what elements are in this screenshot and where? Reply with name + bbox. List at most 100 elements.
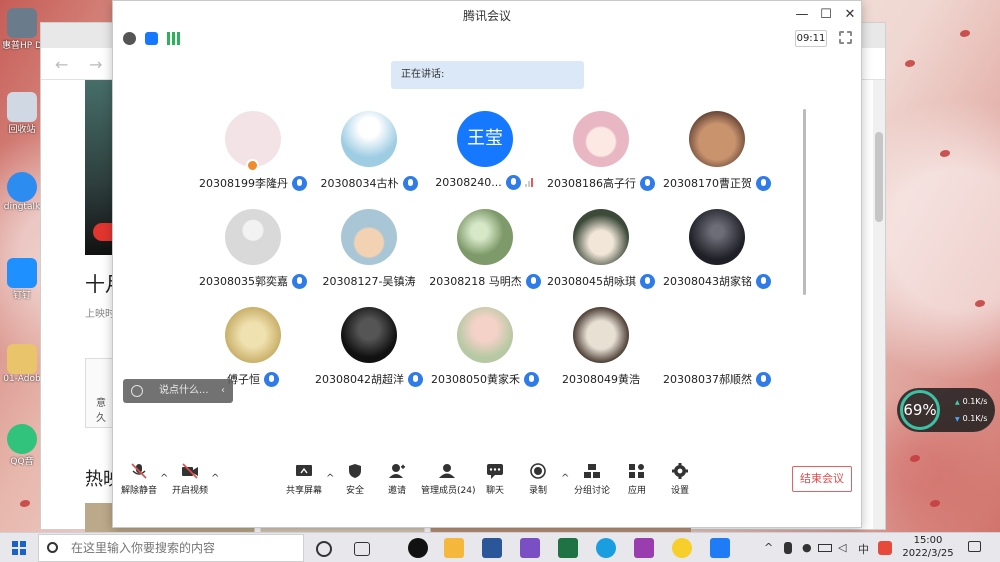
start-video-button[interactable]: 开启视频 xyxy=(166,463,214,496)
minimize-button[interactable]: — xyxy=(791,5,813,25)
tencent-meeting-icon[interactable] xyxy=(710,538,730,558)
maximize-button[interactable]: ☐ xyxy=(815,5,837,25)
taskbar-clock[interactable]: 15:00 2022/3/25 xyxy=(898,534,958,560)
mic-icon[interactable] xyxy=(756,371,771,387)
mic-icon[interactable] xyxy=(292,175,307,191)
member-tile[interactable]: 20308049黄浩 xyxy=(541,307,661,397)
close-button[interactable]: ✕ xyxy=(839,5,861,25)
scrollbar-thumb[interactable] xyxy=(875,132,883,222)
member-name: 20308199李隆丹 xyxy=(199,177,288,190)
member-tile[interactable]: 20308045胡咏琪 xyxy=(541,209,661,299)
download-speed: 0.1K/s xyxy=(955,414,988,423)
word-icon[interactable] xyxy=(482,538,502,558)
manage-members-button[interactable]: 管理成员(24) xyxy=(421,463,475,496)
mic-icon[interactable] xyxy=(756,273,771,289)
chevron-left-icon[interactable]: ‹ xyxy=(221,379,225,403)
media-player-icon[interactable] xyxy=(672,538,692,558)
emoji-icon[interactable] xyxy=(131,385,143,397)
member-name: 20308043胡家铭 xyxy=(663,275,752,288)
back-arrow-icon[interactable]: ← xyxy=(55,55,68,74)
member-tile[interactable]: 20308042胡超洋 xyxy=(309,307,429,397)
member-tile[interactable]: 20308170曹正贺 xyxy=(657,111,777,201)
microphone-tray-icon[interactable] xyxy=(784,542,792,554)
mic-icon[interactable] xyxy=(525,273,541,289)
desktop-icon-recycle-bin[interactable]: 回收站 xyxy=(2,92,42,135)
edge-icon[interactable] xyxy=(596,538,616,558)
taskbar-search[interactable] xyxy=(38,534,304,562)
invite-button[interactable]: 邀请 xyxy=(373,463,421,496)
member-name: 20308050黄家禾 xyxy=(431,373,520,386)
member-tile[interactable]: 20308186高子行 xyxy=(541,111,661,201)
desktop-icon-dingtalk[interactable]: dingtalk xyxy=(2,172,42,212)
security-button[interactable]: 安全 xyxy=(331,463,379,496)
network-speed-widget[interactable]: 69% 0.1K/s 0.1K/s xyxy=(897,388,995,432)
shield-icon[interactable] xyxy=(145,32,158,45)
antivirus-tray-icon[interactable] xyxy=(878,541,892,555)
ime-indicator[interactable]: 中 xyxy=(858,541,869,557)
speaker-icon[interactable]: ◁ xyxy=(838,541,846,554)
task-view-icon[interactable] xyxy=(354,542,370,556)
excel-icon[interactable] xyxy=(558,538,578,558)
settings-button[interactable]: 设置 xyxy=(656,463,704,496)
qq-icon[interactable] xyxy=(408,538,428,558)
signal-icon[interactable] xyxy=(167,32,180,45)
movie-card[interactable]: 意久 xyxy=(85,358,115,428)
info-icon[interactable] xyxy=(123,32,136,45)
member-tile[interactable]: 20308035郭奕嘉 xyxy=(193,209,313,299)
petal xyxy=(975,300,985,307)
record-button[interactable]: 录制 xyxy=(514,463,562,496)
desktop-icon-dingding[interactable]: 钉钉 xyxy=(2,258,42,301)
breakout-rooms-button[interactable]: 分组讨论 xyxy=(568,463,616,496)
windows-start-icon[interactable] xyxy=(12,541,26,555)
desktop-icon-qq-music[interactable]: QQ音 xyxy=(2,424,42,467)
notification-icon[interactable] xyxy=(968,541,981,552)
member-name: 20308240... xyxy=(435,176,502,189)
chat-input[interactable]: 说点什么... ‹ xyxy=(123,379,233,403)
browser-scrollbar[interactable] xyxy=(873,80,885,529)
mic-icon[interactable] xyxy=(264,371,279,387)
chevron-up-icon[interactable]: ^ xyxy=(211,473,219,484)
avatar xyxy=(341,307,397,363)
member-tile[interactable]: 20308218 马明杰 xyxy=(425,209,545,299)
cortana-icon[interactable] xyxy=(316,541,332,557)
petal xyxy=(20,500,30,507)
mic-icon[interactable] xyxy=(640,273,655,289)
member-tile[interactable]: 20308037郝顺然 xyxy=(657,307,777,397)
member-grid-scrollbar[interactable] xyxy=(803,109,806,295)
chat-button[interactable]: 聊天 xyxy=(471,463,519,496)
mic-icon[interactable] xyxy=(402,175,418,191)
mic-icon[interactable] xyxy=(756,175,771,191)
mic-icon[interactable] xyxy=(292,273,307,289)
file-explorer-icon[interactable] xyxy=(444,538,464,558)
fullscreen-icon[interactable] xyxy=(839,31,852,44)
taskbar-search-input[interactable] xyxy=(69,538,299,558)
member-name: 20308218 马明杰 xyxy=(429,275,522,288)
chat-bubble-icon xyxy=(486,463,504,479)
mic-icon[interactable] xyxy=(505,175,521,190)
unmute-button[interactable]: 解除静音 xyxy=(115,463,163,496)
mic-icon[interactable] xyxy=(524,371,539,387)
mic-icon[interactable] xyxy=(640,175,655,191)
desktop-icon-adobe-folder[interactable]: 01-Adob xyxy=(2,344,42,384)
apps-button[interactable]: 应用 xyxy=(613,463,661,496)
forward-arrow-icon[interactable]: → xyxy=(89,55,102,74)
mic-icon[interactable] xyxy=(408,371,423,387)
avatar xyxy=(341,111,397,167)
visual-studio-icon[interactable] xyxy=(520,538,540,558)
apps-grid-icon xyxy=(628,463,646,479)
desktop-icon-printer[interactable]: 惠普HP Deskjet xyxy=(2,8,42,51)
people-tray-icon[interactable]: ● xyxy=(802,541,812,554)
member-tile[interactable]: 20308127-吴镇涛 xyxy=(309,209,429,299)
end-meeting-button[interactable]: 结束会议 xyxy=(792,466,852,492)
meeting-title-bar[interactable]: 腾讯会议 — ☐ ✕ xyxy=(113,1,861,29)
member-tile[interactable]: 王莹 20308240... xyxy=(425,111,545,201)
member-tile[interactable]: 20308043胡家铭 xyxy=(657,209,777,299)
member-tile[interactable]: 20308034古朴 xyxy=(309,111,429,201)
battery-icon[interactable] xyxy=(818,544,832,552)
clock-time: 15:00 xyxy=(913,535,943,546)
share-screen-button[interactable]: 共享屏幕 xyxy=(280,463,328,496)
chevron-up-icon[interactable]: ^ xyxy=(764,541,773,554)
member-tile[interactable]: 20308199李隆丹 xyxy=(193,111,313,201)
onenote-icon[interactable] xyxy=(634,538,654,558)
member-tile[interactable]: 20308050黄家禾 xyxy=(425,307,545,397)
